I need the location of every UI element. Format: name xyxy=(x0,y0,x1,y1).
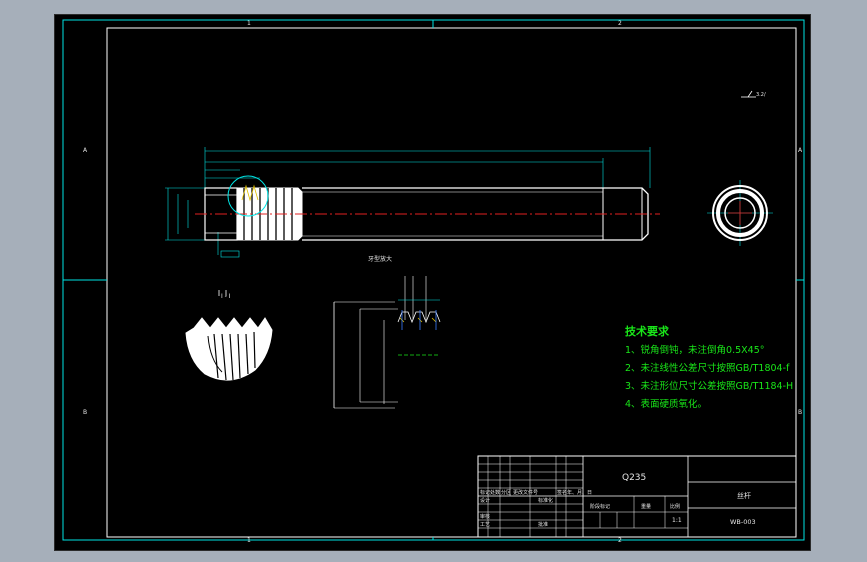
tb-label-approve: 批准 xyxy=(538,521,548,528)
tech-notes-title: 技术要求 xyxy=(625,324,670,338)
zone-left-a: A xyxy=(83,147,88,154)
zone-right-b: B xyxy=(798,409,802,416)
tb-label-process: 工艺 xyxy=(480,522,490,528)
tb-label-date: 年、月、日 xyxy=(567,489,592,496)
zone-right-a: A xyxy=(798,147,803,154)
zone-bottom-1: 1 xyxy=(247,537,251,544)
zone-left-b: B xyxy=(83,409,87,416)
tb-label-zone: 分区 xyxy=(501,489,511,496)
tb-label-count: 处数 xyxy=(490,489,500,496)
thread-profile-detail xyxy=(333,276,441,409)
inner-frame xyxy=(106,27,797,538)
tb-drawing-no: WB-003 xyxy=(730,518,756,526)
tech-note-4: 4、表面硬质氧化。 xyxy=(625,398,707,410)
tb-label-standard: 标准化 xyxy=(538,497,553,504)
tb-label-scale: 比例 xyxy=(670,503,680,510)
title-block: 标记 处数 分区 更改文件号 签名 年、月、日 设计 标准化 审核 工艺 批准 … xyxy=(477,455,797,538)
tb-part-name: 丝杆 xyxy=(737,491,751,500)
thread-detail-label: 牙型放大 xyxy=(368,255,392,263)
tb-label-stage: 阶段标记 xyxy=(590,503,610,510)
svg-text:3.2/: 3.2/ xyxy=(756,92,766,98)
tb-material: Q235 xyxy=(622,473,646,483)
tb-label-design: 设计 xyxy=(480,497,490,504)
section-view: I - I xyxy=(185,290,273,381)
tech-note-2: 2、未注线性公差尺寸按照GB/T1804-f xyxy=(625,362,790,374)
tech-note-1: 1、锐角倒钝，未注倒角0.5X45° xyxy=(625,344,765,356)
tb-label-sign: 签名 xyxy=(557,489,567,496)
tech-notes: 技术要求 1、锐角倒钝，未注倒角0.5X45° 2、未注线性公差尺寸按照GB/T… xyxy=(625,324,793,410)
tb-label-mark: 标记 xyxy=(480,489,490,496)
shaft-end-view xyxy=(707,180,773,246)
zone-top-2: 2 xyxy=(618,20,622,27)
tb-label-weight: 重量 xyxy=(641,503,651,510)
tech-note-3: 3、未注形位尺寸公差按照GB/T1184-H xyxy=(625,380,793,392)
tb-scale-value: 1:1 xyxy=(672,517,682,524)
zone-bottom-2: 2 xyxy=(618,537,622,544)
shaft-main-view xyxy=(165,147,660,258)
tb-label-review: 审核 xyxy=(480,513,490,520)
roughness-symbol: 3.2/ xyxy=(741,90,766,98)
outer-frame xyxy=(62,19,805,541)
cad-drawing: 1 2 1 2 A B A B 3.2/ 牙型放大 I - I 技术要求 1、锐… xyxy=(62,19,805,544)
tb-label-change-doc: 更改文件号 xyxy=(513,489,538,496)
zone-top-1: 1 xyxy=(247,20,251,27)
